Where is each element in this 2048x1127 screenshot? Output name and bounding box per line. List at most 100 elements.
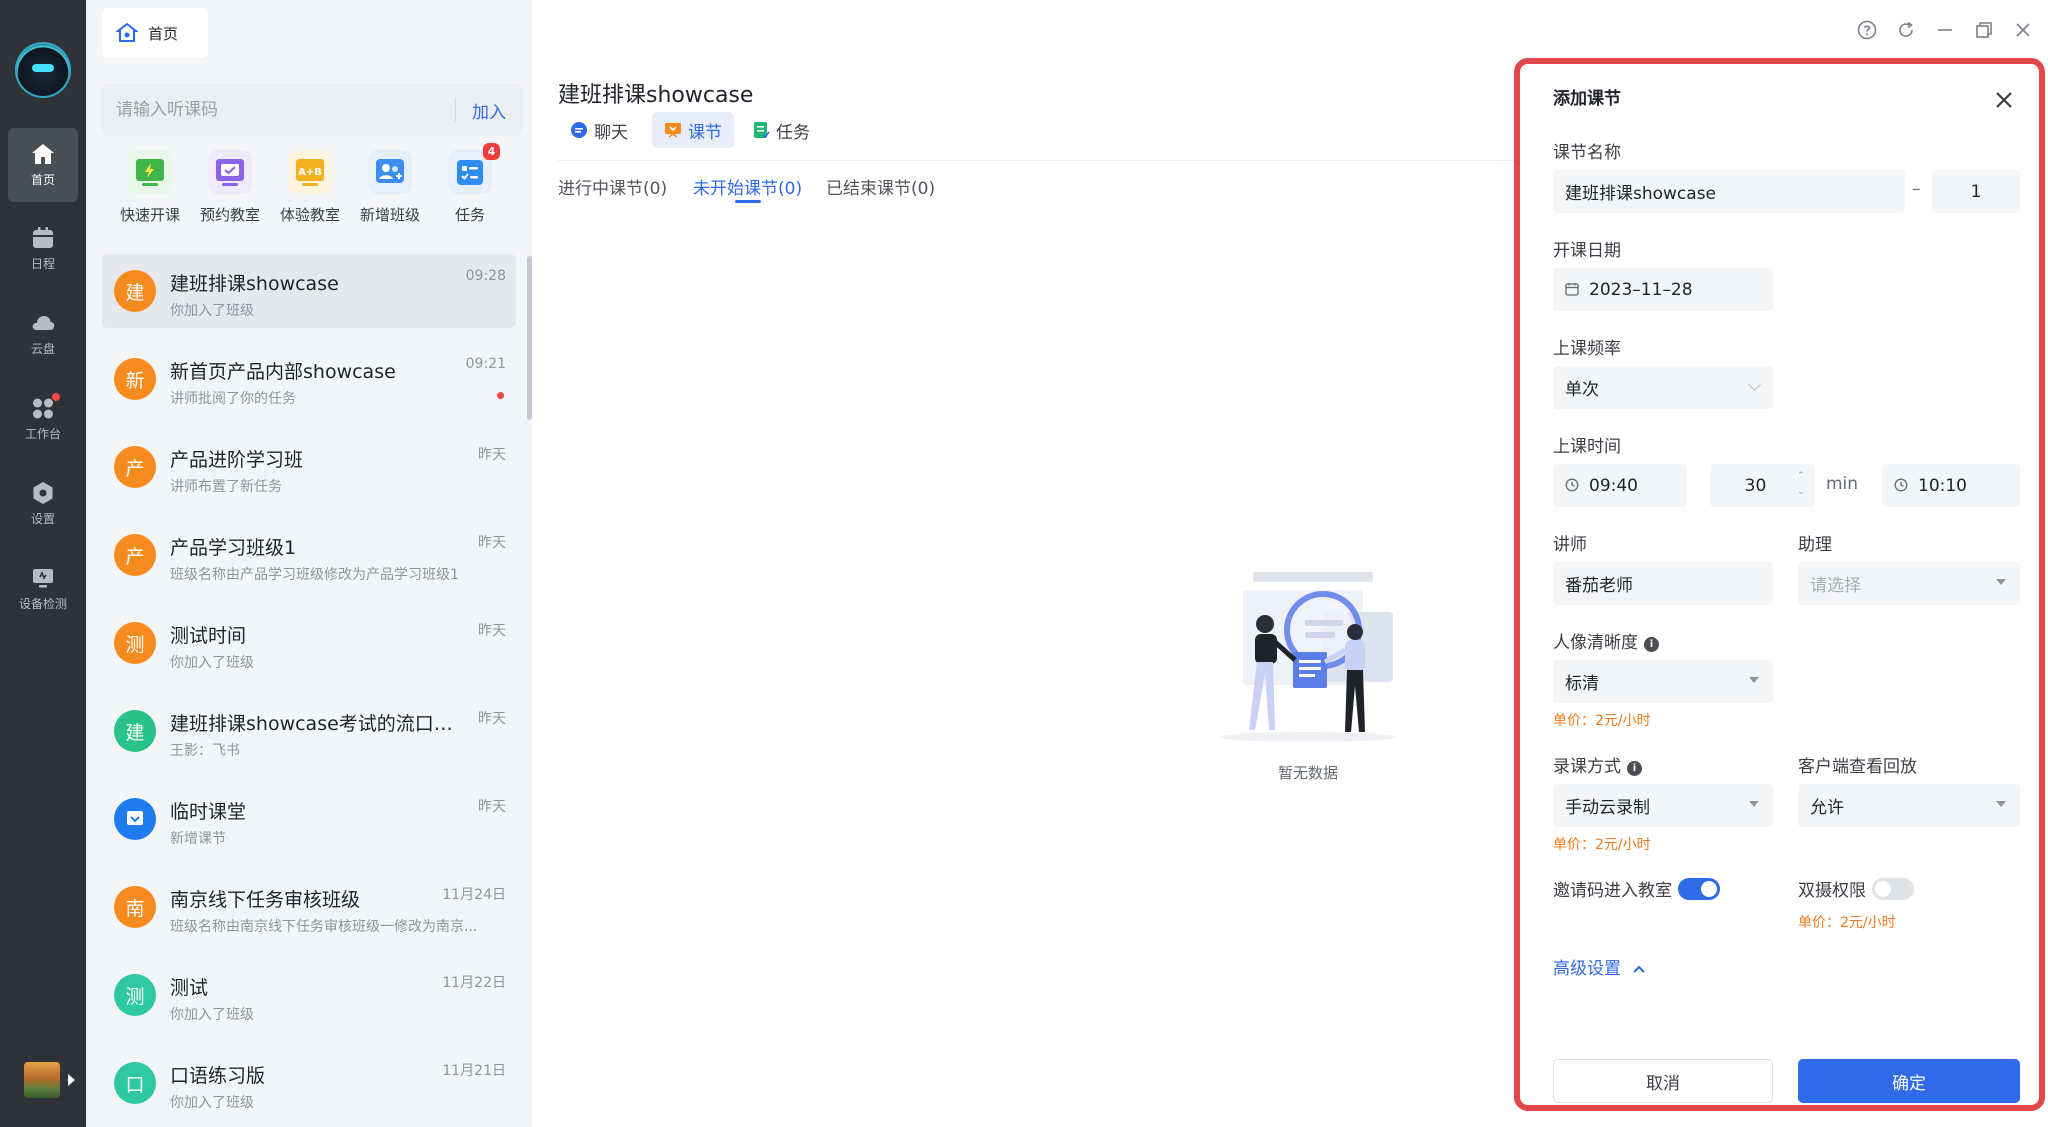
info-icon[interactable]: i <box>1644 637 1659 652</box>
quick-action-book-room[interactable]: 预约教室 <box>190 150 270 225</box>
duration-value: 30 <box>1744 475 1767 496</box>
nav-device-check-label: 设备检测 <box>18 597 67 611</box>
book-room-icon <box>208 150 252 194</box>
list-scrollbar[interactable] <box>527 256 532 420</box>
tab-lessons-label: 课节 <box>688 122 722 143</box>
join-button[interactable]: 加入 <box>456 98 522 123</box>
class-time: 09:21 <box>465 356 506 372</box>
invite-code-label: 邀请码进入教室 <box>1553 881 1672 901</box>
class-name: 产品进阶学习班 <box>170 449 304 471</box>
start-time-picker[interactable]: 09:40 <box>1553 464 1687 507</box>
list-item[interactable]: 建 建班排课showcase 你加入了班级 09:28 <box>102 254 516 328</box>
subtab-not-started[interactable]: 未开始课节(0) <box>693 174 802 203</box>
start-date-picker[interactable]: 2023–11–28 <box>1553 268 1773 311</box>
nav-workbench-label: 工作台 <box>24 427 61 441</box>
home-tab-icon <box>116 22 138 42</box>
refresh-icon[interactable] <box>1894 18 1918 42</box>
trial-room-icon: A+B <box>288 150 332 194</box>
empty-state-illustration <box>1220 572 1396 742</box>
advanced-settings-toggle[interactable]: 高级设置 <box>1553 954 1646 979</box>
list-item[interactable]: 产 产品学习班级1 班级名称由产品学习班级修改为产品学习班级1 昨天 <box>102 518 516 592</box>
workbench-icon <box>30 393 60 420</box>
class-last-message: 讲师布置了新任务 <box>170 479 282 495</box>
nav-home[interactable]: 首页 <box>8 128 78 202</box>
subtab-ended[interactable]: 已结束课节(0) <box>826 174 935 199</box>
lesson-number-input[interactable]: 1 <box>1932 170 2020 213</box>
confirm-button[interactable]: 确定 <box>1798 1059 2020 1103</box>
record-label-text: 录课方式 <box>1553 757 1621 777</box>
caret-down-icon <box>1749 801 1759 807</box>
clarity-select[interactable]: 标清 <box>1553 660 1773 703</box>
nav-workbench[interactable]: 工作台 <box>8 382 78 456</box>
tab-chat[interactable]: 聊天 <box>558 112 640 148</box>
minimize-icon[interactable] <box>1933 18 1957 42</box>
duration-stepper[interactable]: 30 ⌃ ⌄ <box>1710 464 1815 507</box>
stepper-up-icon[interactable]: ⌃ <box>1797 472 1807 481</box>
list-item[interactable]: 产 产品进阶学习班 讲师布置了新任务 昨天 <box>102 430 516 504</box>
quick-action-trial-room[interactable]: A+B 体验教室 <box>270 150 350 225</box>
quick-action-task[interactable]: 4 任务 <box>430 143 510 225</box>
class-time: 昨天 <box>478 711 506 727</box>
list-item[interactable]: 南 南京线下任务审核班级 班级名称由南京线下任务审核班级一修改为南京... 11… <box>102 870 516 944</box>
quick-action-quick-start[interactable]: 快速开课 <box>110 150 190 225</box>
list-item[interactable]: 建 建班排课showcase考试的流口水... 王影：飞书 昨天 <box>102 694 516 768</box>
help-icon[interactable] <box>1855 18 1879 42</box>
active-subtab-underline <box>735 200 761 203</box>
nav-settings[interactable]: 设置 <box>8 467 78 541</box>
clock-icon <box>1565 478 1581 494</box>
dual-camera-toggle[interactable] <box>1872 878 1914 900</box>
clarity-label: 人像清晰度 i <box>1553 628 1659 653</box>
frequency-select[interactable]: 单次 <box>1553 366 1773 409</box>
class-avatar: 南 <box>114 886 156 928</box>
clarity-value: 标清 <box>1565 674 1599 694</box>
nav-home-label: 首页 <box>30 173 55 187</box>
class-avatar: 建 <box>114 710 156 752</box>
replay-value: 允许 <box>1810 798 1844 818</box>
subtab-in-progress[interactable]: 进行中课节(0) <box>558 174 667 199</box>
cancel-button[interactable]: 取消 <box>1553 1059 1773 1103</box>
list-item[interactable]: 测 测试时间 你加入了班级 昨天 <box>102 606 516 680</box>
home-tab[interactable]: 首页 <box>102 8 208 58</box>
class-avatar: 产 <box>114 446 156 488</box>
empty-state-label: 暂无数据 <box>1277 764 1338 782</box>
class-time: 昨天 <box>478 535 506 551</box>
list-item[interactable]: 临时课堂 新增课节 昨天 <box>102 782 516 856</box>
list-item[interactable]: 新 新首页产品内部showcase 讲师批阅了你的任务 09:21 <box>102 342 516 416</box>
listen-code-input[interactable] <box>102 84 455 136</box>
user-avatar-logo[interactable] <box>15 42 71 98</box>
home-icon <box>30 142 56 166</box>
teacher-field[interactable]: 番茄老师 <box>1553 562 1773 605</box>
class-last-message: 你加入了班级 <box>170 303 254 319</box>
close-icon[interactable] <box>2011 18 2035 42</box>
info-icon[interactable]: i <box>1627 761 1642 776</box>
expand-arrow-icon[interactable] <box>68 1074 75 1086</box>
nav-device-check[interactable]: 设备检测 <box>8 552 78 626</box>
list-item[interactable]: 测 测试 你加入了班级 11月22日 <box>102 958 516 1032</box>
class-list-panel: 首页 加入 快速开课 预约教室 A+B 体验教室 新增班级 4 任务 <box>86 0 532 1127</box>
class-avatar: 口 <box>114 1062 156 1104</box>
assistant-label: 助理 <box>1798 535 1832 555</box>
caret-down-icon <box>1996 579 2006 585</box>
end-time-picker[interactable]: 10:10 <box>1882 464 2020 507</box>
lesson-name-input[interactable]: 建班排课showcase <box>1553 170 1905 213</box>
list-item[interactable]: 口 口语练习版 你加入了班级 11月21日 <box>102 1046 516 1120</box>
temp-classroom-icon <box>114 798 156 840</box>
invite-code-toggle[interactable] <box>1678 878 1720 900</box>
tab-lessons[interactable]: 课节 <box>652 112 734 148</box>
quick-action-add-class[interactable]: 新增班级 <box>350 150 430 225</box>
tab-tasks[interactable]: 任务 <box>740 112 822 148</box>
add-class-icon <box>368 150 412 194</box>
assistant-select[interactable]: 请选择 <box>1798 562 2020 605</box>
record-mode-select[interactable]: 手动云录制 <box>1553 784 1773 827</box>
dialog-close-icon[interactable] <box>1990 86 2018 114</box>
class-avatar: 新 <box>114 358 156 400</box>
class-name: 测试时间 <box>170 625 247 647</box>
stepper-down-icon[interactable]: ⌄ <box>1797 488 1807 497</box>
quick-start-icon <box>128 150 172 194</box>
app-thumbnail[interactable] <box>24 1062 60 1098</box>
nav-schedule[interactable]: 日程 <box>8 212 78 286</box>
replay-select[interactable]: 允许 <box>1798 784 2020 827</box>
nav-cloud-drive[interactable]: 云盘 <box>8 297 78 371</box>
restore-icon[interactable] <box>1972 18 1996 42</box>
duration-unit: min <box>1826 474 1859 494</box>
